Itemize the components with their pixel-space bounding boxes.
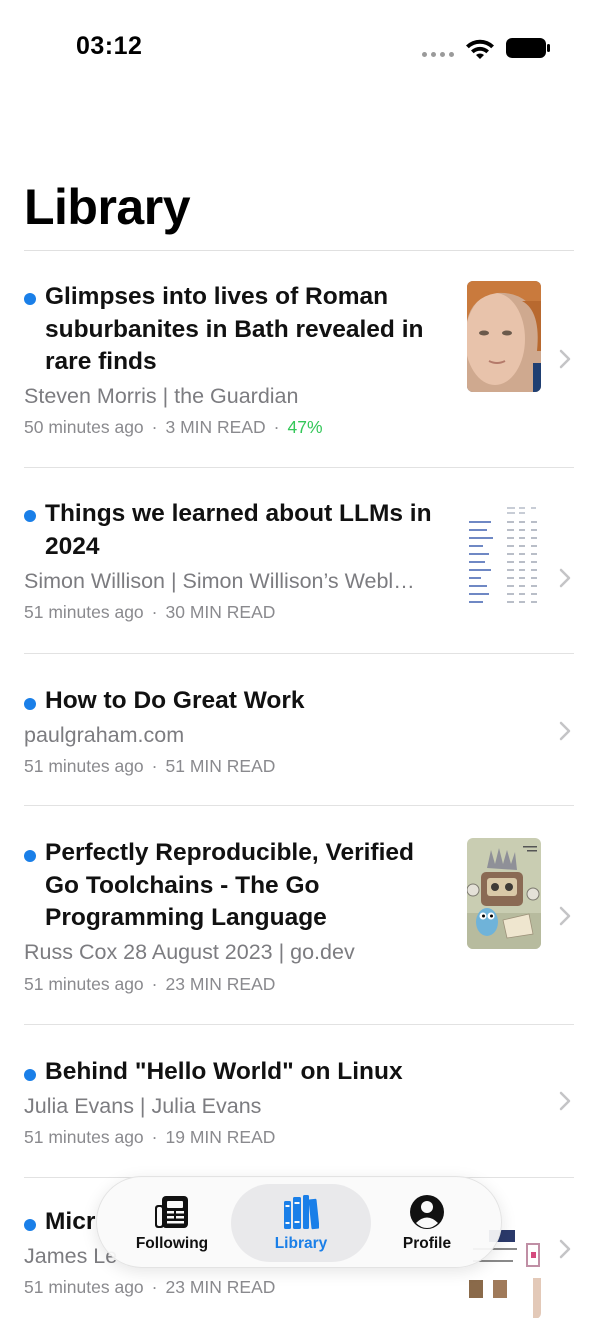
person-circle-icon <box>410 1195 444 1229</box>
wifi-icon <box>466 39 494 59</box>
unread-dot <box>24 510 36 522</box>
read-time: 3 MIN READ <box>165 417 266 437</box>
unread-dot <box>24 1069 36 1081</box>
tab-label: Following <box>135 1235 209 1252</box>
unread-dot <box>24 698 36 710</box>
list-item[interactable]: Behind "Hello World" on Linux Julia Evan… <box>0 1025 598 1178</box>
read-time: 30 MIN READ <box>165 602 276 622</box>
cellular-signal-icon <box>422 52 454 57</box>
article-title: Behind "Hello World" on Linux <box>45 1058 403 1085</box>
status-bar: 03:12 <box>0 0 598 96</box>
chevron-right-icon <box>559 1091 571 1111</box>
books-icon <box>284 1195 319 1230</box>
unread-dot <box>24 850 36 862</box>
article-title: Things we learned about LLMs in 2024 <box>45 500 432 560</box>
article-byline: Russ Cox 28 August 2023 | go.dev <box>24 940 355 964</box>
article-title: Perfectly Reproducible, Verified Go Tool… <box>45 839 414 931</box>
read-progress: 47% <box>287 417 323 437</box>
list-item[interactable]: Perfectly Reproducible, Verified Go Tool… <box>0 806 598 1025</box>
read-time: 23 MIN READ <box>165 974 276 994</box>
article-meta: 50 minutes ago · 3 MIN READ · 47% <box>24 417 323 437</box>
article-byline: Simon Willison | Simon Willison’s Webl… <box>24 569 415 593</box>
time-ago: 51 minutes ago <box>24 602 144 622</box>
article-byline: Julia Evans | Julia Evans <box>24 1094 262 1118</box>
article-byline: paulgraham.com <box>24 723 185 747</box>
time-ago: 51 minutes ago <box>24 1127 144 1147</box>
read-time: 19 MIN READ <box>165 1127 276 1147</box>
list-item[interactable]: Things we learned about LLMs in 2024 Sim… <box>0 468 598 654</box>
article-meta: 51 minutes ago · 23 MIN READ <box>24 1277 276 1297</box>
time-ago: 51 minutes ago <box>24 974 144 994</box>
chevron-right-icon <box>559 1239 571 1259</box>
article-meta: 51 minutes ago · 23 MIN READ <box>24 974 276 994</box>
unread-dot <box>24 1219 36 1231</box>
article-title: Glimpses into lives of Roman suburbanite… <box>45 283 424 375</box>
chevron-right-icon <box>559 721 571 741</box>
tab-bar: Following Library Profile <box>96 1176 502 1268</box>
tab-library[interactable]: Library <box>241 1177 361 1269</box>
read-time: 23 MIN READ <box>165 1277 276 1297</box>
time-ago: 51 minutes ago <box>24 756 144 776</box>
article-meta: 51 minutes ago · 19 MIN READ <box>24 1127 276 1147</box>
tab-profile[interactable]: Profile <box>367 1177 487 1269</box>
article-meta: 51 minutes ago · 51 MIN READ <box>24 756 276 776</box>
tab-label: Profile <box>402 1235 452 1252</box>
list-item[interactable]: Glimpses into lives of Roman suburbanite… <box>0 251 598 468</box>
status-time: 03:12 <box>76 32 143 60</box>
read-time: 51 MIN READ <box>165 756 276 776</box>
article-thumbnail <box>467 838 541 949</box>
tab-label: Library <box>274 1235 328 1252</box>
chevron-right-icon <box>559 349 571 369</box>
article-byline: Steven Morris | the Guardian <box>24 384 299 408</box>
article-meta: 51 minutes ago · 30 MIN READ <box>24 602 276 622</box>
chevron-right-icon <box>559 906 571 926</box>
article-thumbnail <box>467 281 541 392</box>
unread-dot <box>24 293 36 305</box>
article-thumbnail <box>467 503 541 614</box>
tab-following[interactable]: Following <box>112 1177 232 1269</box>
chevron-right-icon <box>559 568 571 588</box>
newspaper-icon <box>155 1196 188 1228</box>
article-title: How to Do Great Work <box>45 687 305 714</box>
page-title: Library <box>24 179 191 235</box>
time-ago: 50 minutes ago <box>24 417 144 437</box>
list-item[interactable]: How to Do Great Work paulgraham.com 51 m… <box>0 654 598 806</box>
time-ago: 51 minutes ago <box>24 1277 144 1297</box>
battery-icon <box>506 38 550 58</box>
article-list[interactable]: Glimpses into lives of Roman suburbanite… <box>0 251 598 1319</box>
